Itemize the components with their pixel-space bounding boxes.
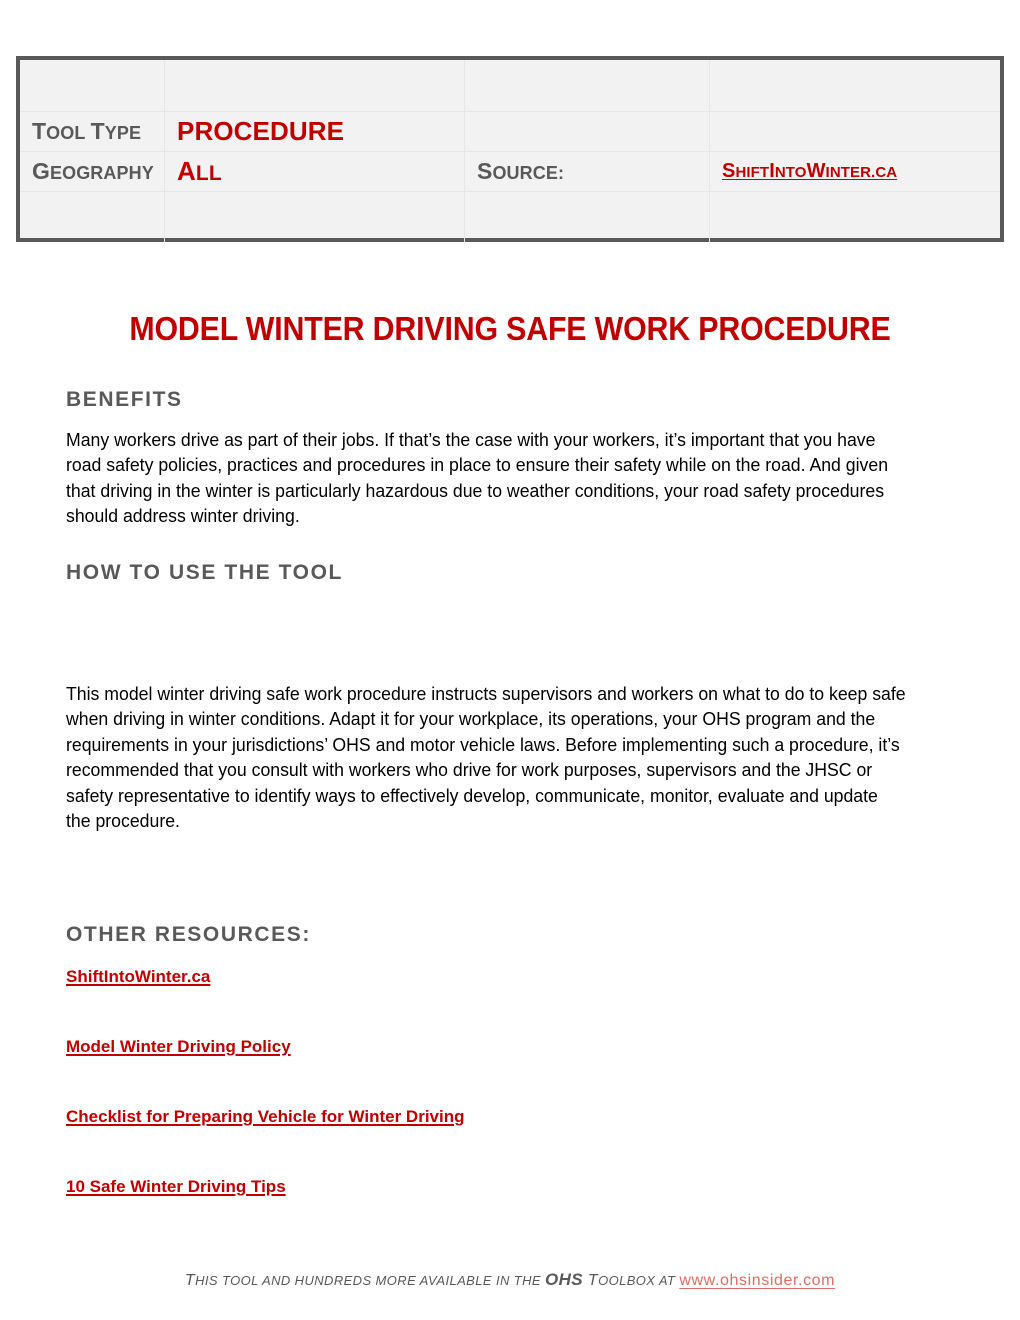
tool-meta-table: TOOL TYPE PROCEDURE GEOGRAPHY ALL SOURCE… xyxy=(16,56,1004,242)
source-value-cell: SHIFTINTOWINTER.CA xyxy=(710,152,1000,192)
geography-label: GEOGRAPHY xyxy=(32,158,154,184)
section-body-how-to-use-the-tool: This model winter driving safe work proc… xyxy=(66,682,906,832)
geography-label-cell: GEOGRAPHY xyxy=(20,152,165,192)
geography-value-cell: ALL xyxy=(165,152,465,192)
source-label: SOURCE: xyxy=(477,158,565,184)
tool-type-label: TOOL TYPE xyxy=(32,118,142,144)
meta-spacer-r4c1 xyxy=(20,192,165,242)
tool-type-value-cell: PROCEDURE xyxy=(165,112,465,152)
meta-spacer-r1c3 xyxy=(465,60,710,112)
source-link[interactable]: SHIFTINTOWINTER.CA xyxy=(722,160,897,183)
section-body-benefits: Many workers drive as part of their jobs… xyxy=(66,428,889,527)
resource-link-checklist-preparing-vehicle[interactable]: Checklist for Preparing Vehicle for Wint… xyxy=(66,1107,465,1127)
tool-type-value: PROCEDURE xyxy=(177,116,345,146)
meta-spacer-r1c1 xyxy=(20,60,165,112)
section-heading-other-resources: OTHER RESOURCES: xyxy=(66,923,311,947)
resource-link-10-safe-winter-driving-tips[interactable]: 10 Safe Winter Driving Tips xyxy=(66,1177,286,1197)
geography-value: ALL xyxy=(177,156,222,186)
page-footer: THIS TOOL AND HUNDREDS MORE AVAILABLE IN… xyxy=(0,1270,1020,1290)
resource-link-shiftintowinter[interactable]: ShiftIntoWinter.ca xyxy=(66,967,210,987)
tool-type-label-cell: TOOL TYPE xyxy=(20,112,165,152)
document-page: TOOL TYPE PROCEDURE GEOGRAPHY ALL SOURCE… xyxy=(0,0,1020,1320)
resource-link-model-winter-driving-policy[interactable]: Model Winter Driving Policy xyxy=(66,1037,291,1057)
meta-spacer-r4c3 xyxy=(465,192,710,242)
section-heading-how-to-use-the-tool: HOW TO USE THE TOOL xyxy=(66,561,343,585)
meta-empty-r2c4 xyxy=(710,112,1000,152)
meta-spacer-r4c4 xyxy=(710,192,1000,242)
source-label-cell: SOURCE: xyxy=(465,152,710,192)
meta-spacer-r4c2 xyxy=(165,192,465,242)
meta-empty-r2c3 xyxy=(465,112,710,152)
footer-text: THIS TOOL AND HUNDREDS MORE AVAILABLE IN… xyxy=(184,1270,836,1289)
footer-website-link[interactable]: www.ohsinsider.com xyxy=(679,1272,835,1289)
section-heading-benefits: BENEFITS xyxy=(66,388,183,412)
meta-spacer-r1c2 xyxy=(165,60,465,112)
meta-spacer-r1c4 xyxy=(710,60,1000,112)
page-title: MODEL WINTER DRIVING SAFE WORK PROCEDURE xyxy=(129,310,891,348)
